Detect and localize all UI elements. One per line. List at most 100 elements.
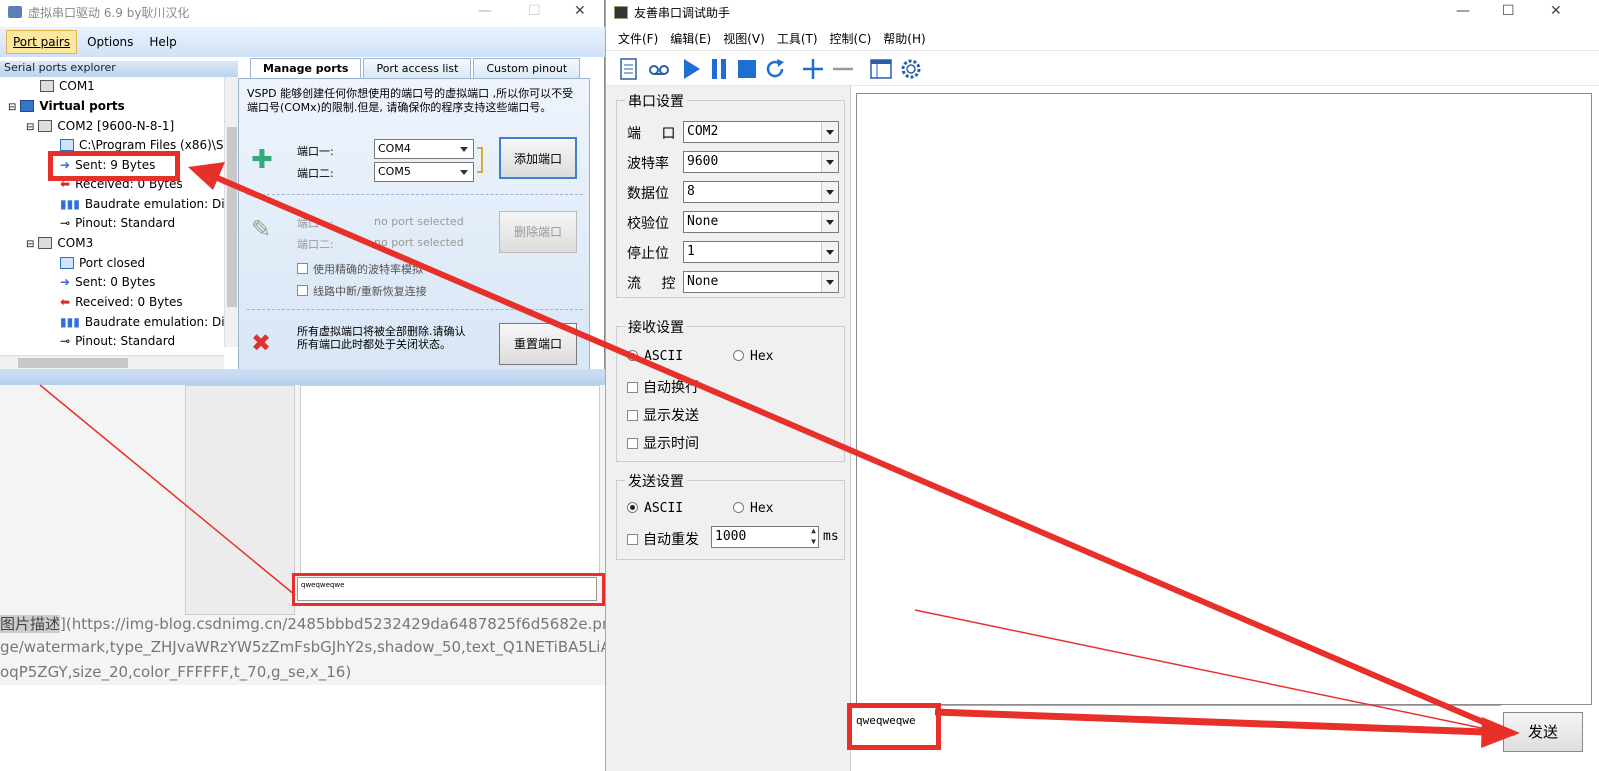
precise-baud-checkbox[interactable] xyxy=(297,263,308,274)
recv-auto-wrap[interactable]: 自动换行 xyxy=(627,377,699,397)
tab-port-access-list[interactable]: Port access list xyxy=(363,58,472,78)
arrow-right-icon: ➜ xyxy=(60,275,71,289)
scroll-thumb[interactable] xyxy=(18,358,128,368)
refresh-icon[interactable] xyxy=(762,56,788,82)
radio-dot[interactable] xyxy=(627,502,638,513)
menu-port-pairs[interactable]: Port pairs xyxy=(6,30,78,54)
send-hex-radio[interactable]: Hex xyxy=(733,501,773,516)
play-icon[interactable] xyxy=(678,56,704,82)
menu-tools[interactable]: 工具(T) xyxy=(771,27,824,49)
stop-icon[interactable] xyxy=(734,56,760,82)
window-icon xyxy=(60,139,74,151)
spin-arrows-icon[interactable]: ▲ ▼ xyxy=(811,525,816,547)
tree-item-com2[interactable]: ⊟ COM2 [9600-N-8-1] xyxy=(26,117,174,136)
maximize-button[interactable]: ☐ xyxy=(528,3,541,19)
scroll-thumb[interactable] xyxy=(227,127,237,307)
layout-icon[interactable] xyxy=(868,56,894,82)
vspd-menubar: Port pairs Options Help xyxy=(0,27,605,57)
tab-manage-ports[interactable]: Manage ports xyxy=(250,58,362,78)
radio-dot[interactable] xyxy=(733,502,744,513)
minimize-button[interactable]: — xyxy=(1456,3,1470,19)
send-ascii-radio[interactable]: ASCII xyxy=(627,501,683,516)
radio-dot[interactable] xyxy=(733,350,744,361)
parity-select[interactable]: None xyxy=(683,211,839,233)
tree-vertical-scrollbar[interactable] xyxy=(224,77,238,347)
flow-select[interactable]: None xyxy=(683,271,839,293)
tree-item-virtual-ports[interactable]: ⊟ Virtual ports xyxy=(8,97,125,116)
recv-hex-radio[interactable]: Hex xyxy=(733,349,773,364)
no-port-selected-1: no port selected xyxy=(374,215,464,228)
ports-tree: COM1 ⊟ Virtual ports ⊟ COM2 [9600-N-8-1] C… xyxy=(0,77,224,357)
collapse-icon: ⊟ xyxy=(8,102,17,113)
menu-view[interactable]: 视图(V) xyxy=(717,27,771,49)
minus-icon[interactable] xyxy=(830,56,856,82)
recv-ascii-radio[interactable]: ASCII xyxy=(627,349,683,364)
databits-select[interactable]: 8 xyxy=(683,181,839,203)
option-precise-baud[interactable]: 使用精确的波特率模拟 xyxy=(297,261,423,277)
line-break-checkbox[interactable] xyxy=(297,285,308,296)
port-two-select[interactable]: COM5 xyxy=(374,162,474,182)
tree-item-com3-pinout[interactable]: ⊸ Pinout: Standard xyxy=(60,332,175,351)
tree-item-com2-pinout[interactable]: ⊸ Pinout: Standard xyxy=(60,214,175,233)
menu-control[interactable]: 控制(C) xyxy=(824,27,878,49)
tree-item-com2-baud[interactable]: ▮▮▮ Baudrate emulation: Dis xyxy=(60,195,224,214)
port-select[interactable]: COM2 xyxy=(683,121,839,143)
plus-icon[interactable] xyxy=(800,56,826,82)
checkbox[interactable] xyxy=(627,382,638,393)
delete-port-button[interactable]: 删除端口 xyxy=(499,211,577,253)
minimize-button[interactable]: — xyxy=(478,3,492,19)
uart-window: 友善串口调试助手 — ☐ ✕ 文件(F) 编辑(E) 视图(V) 工具(T) 控… xyxy=(605,0,1599,771)
recv-show-time[interactable]: 显示时间 xyxy=(627,433,699,453)
port-one-select[interactable]: COM4 xyxy=(374,139,474,159)
document-icon[interactable] xyxy=(616,56,642,82)
option-line-break[interactable]: 线路中断/重新恢复连接 xyxy=(297,283,427,299)
recv-group-label: 接收设置 xyxy=(625,317,687,337)
recv-show-send[interactable]: 显示发送 xyxy=(627,405,699,425)
tree-horizontal-scrollbar[interactable] xyxy=(0,355,224,369)
interval-spinbox[interactable]: 1000 ▲ ▼ xyxy=(711,526,819,548)
gear-icon[interactable] xyxy=(898,56,924,82)
tree-item-com3-sent[interactable]: ➜ Sent: 0 Bytes xyxy=(60,273,155,292)
checkbox[interactable] xyxy=(627,534,638,545)
menu-options[interactable]: Options xyxy=(81,31,139,53)
pause-icon[interactable] xyxy=(706,56,732,82)
checkbox[interactable] xyxy=(627,438,638,449)
tree-item-com3[interactable]: ⊟ COM3 xyxy=(26,234,93,253)
uart-titlebar: 友善串口调试助手 — ☐ ✕ xyxy=(606,0,1599,24)
tab-custom-pinout[interactable]: Custom pinout xyxy=(473,58,581,78)
send-button[interactable]: 发送 xyxy=(1503,712,1583,752)
reset-port-button[interactable]: 重置端口 xyxy=(499,323,577,365)
status-strip xyxy=(0,369,605,385)
arrow-left-icon: ⬅ xyxy=(60,295,71,309)
tree-item-com1[interactable]: COM1 xyxy=(40,77,95,96)
menu-file[interactable]: 文件(F) xyxy=(612,27,664,49)
menu-help[interactable]: 帮助(H) xyxy=(877,27,931,49)
highlight-box-mini-send xyxy=(292,573,605,606)
close-button[interactable]: ✕ xyxy=(574,3,586,19)
close-button[interactable]: ✕ xyxy=(1550,3,1562,19)
menu-edit[interactable]: 编辑(E) xyxy=(664,27,717,49)
receive-area[interactable] xyxy=(856,93,1592,705)
menu-help[interactable]: Help xyxy=(143,31,182,53)
caption-line-3: oqP5ZGY,size_20,color_FFFFFF,t_70,g_se,x… xyxy=(0,663,352,681)
add-pair-icon: ✚ xyxy=(251,145,273,175)
send-input[interactable]: qweqweqwe xyxy=(851,705,1501,771)
app-icon xyxy=(8,6,22,18)
auto-resend-option[interactable]: 自动重发 xyxy=(627,529,699,549)
bars-icon: ▮▮▮ xyxy=(60,197,80,211)
field-label-databits: 数据位 xyxy=(627,186,669,202)
add-port-button[interactable]: 添加端口 xyxy=(499,137,577,179)
tree-item-com3-baud[interactable]: ▮▮▮ Baudrate emulation: Dis xyxy=(60,313,224,332)
tree-item-com3-received[interactable]: ⬅ Received: 0 Bytes xyxy=(60,293,183,312)
record-icon[interactable] xyxy=(646,56,672,82)
uart-menubar: 文件(F) 编辑(E) 视图(V) 工具(T) 控制(C) 帮助(H) xyxy=(606,27,1599,49)
stopbits-select[interactable]: 1 xyxy=(683,241,839,263)
mini-config-panel xyxy=(185,385,295,615)
field-label-port: 端 口 xyxy=(627,126,684,142)
window-title: 友善串口调试助手 xyxy=(634,5,731,20)
checkbox[interactable] xyxy=(627,410,638,421)
tree-item-com3-status[interactable]: Port closed xyxy=(60,254,145,273)
baud-select[interactable]: 9600 xyxy=(683,151,839,173)
maximize-button[interactable]: ☐ xyxy=(1502,3,1515,19)
radio-dot[interactable] xyxy=(627,350,638,361)
